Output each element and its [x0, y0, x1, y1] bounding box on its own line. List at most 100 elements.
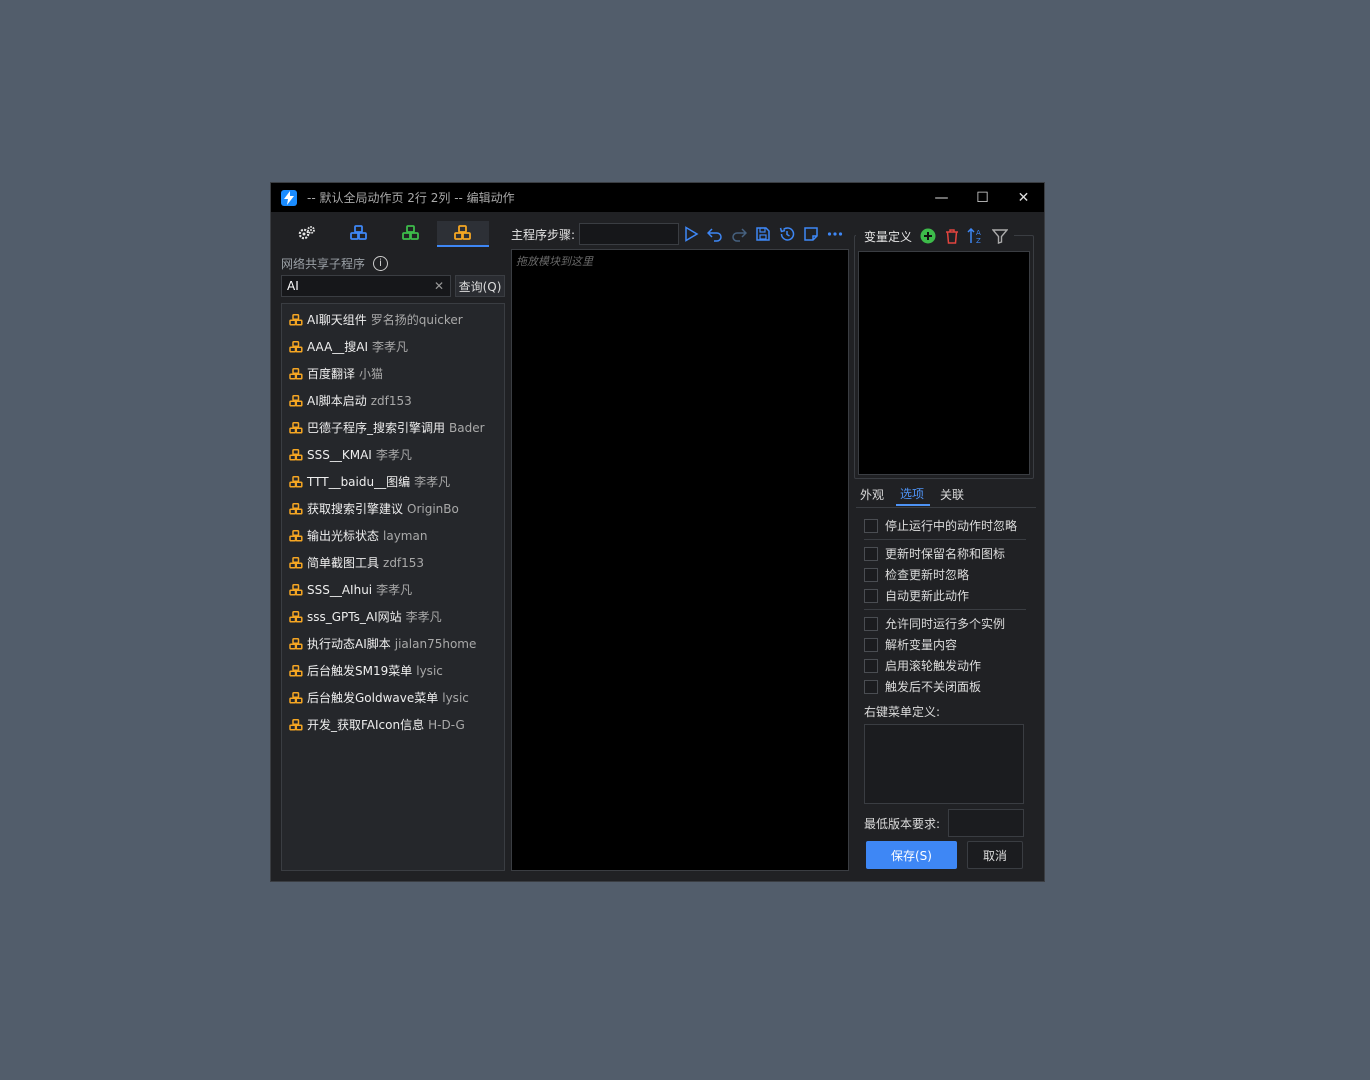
option-checkbox[interactable]: [864, 637, 878, 652]
list-item[interactable]: 后台触发SM19菜单 lysic: [282, 657, 504, 684]
option-row[interactable]: 触发后不关闭面板: [864, 676, 1026, 697]
save-button[interactable]: 保存(S): [866, 841, 957, 869]
list-item[interactable]: sss_GPTs_AI网站 李孝凡: [282, 603, 504, 630]
list-item[interactable]: 简单截图工具 zdf153: [282, 549, 504, 576]
option-row[interactable]: 更新时保留名称和图标: [864, 543, 1026, 564]
app-logo-icon: [281, 189, 297, 206]
option-checkbox[interactable]: [864, 546, 878, 561]
list-item[interactable]: 开发_获取FAIcon信息 H-D-G: [282, 711, 504, 738]
subprogram-author: 李孝凡: [405, 610, 442, 624]
tab-association[interactable]: 关联: [936, 483, 970, 506]
list-item[interactable]: SSS__AIhui 李孝凡: [282, 576, 504, 603]
subprogram-author: 李孝凡: [372, 340, 409, 354]
middle-panel: 主程序步骤: 拖放模块到这里: [511, 221, 851, 871]
add-variable-button[interactable]: [916, 225, 940, 247]
list-item[interactable]: TTT__baidu__图编 李孝凡: [282, 468, 504, 495]
redo-button[interactable]: [727, 223, 751, 245]
settings-tabs: 外观 选项 关联: [856, 483, 1036, 508]
cancel-button[interactable]: 取消: [967, 841, 1023, 869]
subprogram-cubes-icon: [289, 421, 303, 434]
option-row[interactable]: 检查更新时忽略: [864, 564, 1026, 585]
delete-variable-button[interactable]: [940, 225, 964, 247]
list-item[interactable]: AI脚本启动 zdf153: [282, 387, 504, 414]
option-checkbox[interactable]: [864, 658, 878, 673]
option-checkbox[interactable]: [864, 518, 878, 533]
context-menu-input[interactable]: [864, 724, 1024, 804]
subprogram-name: 简单截图工具: [307, 556, 380, 570]
subprogram-author: 李孝凡: [414, 475, 451, 489]
option-checkbox[interactable]: [864, 679, 878, 694]
trash-icon: [946, 229, 959, 244]
tab-blue-subprograms[interactable]: [333, 221, 385, 245]
run-button[interactable]: [679, 223, 703, 245]
list-item[interactable]: 后台触发Goldwave菜单 lysic: [282, 684, 504, 711]
subprogram-name: AI聊天组件: [307, 313, 367, 327]
sort-variables-button[interactable]: AZ: [964, 225, 988, 247]
subprogram-name: SSS__AIhui: [307, 582, 373, 597]
left-panel: 网络共享子程序 i AI ✕ 查询(Q) AI聊天组件 罗名扬的quicker AA…: [281, 221, 506, 871]
subprogram-name: AI脚本启动: [307, 394, 367, 408]
tab-green-subprograms[interactable]: [385, 221, 437, 245]
subprogram-author: 李孝凡: [375, 448, 412, 462]
min-version-input[interactable]: [948, 809, 1024, 837]
cubes-green-icon: [402, 225, 419, 240]
query-button[interactable]: 查询(Q): [455, 275, 505, 297]
filter-variables-button[interactable]: [988, 225, 1012, 247]
close-button[interactable]: ✕: [1003, 183, 1044, 212]
option-row[interactable]: 停止运行中的动作时忽略: [864, 515, 1026, 536]
option-checkbox[interactable]: [864, 567, 878, 582]
subprogram-author: layman: [383, 528, 428, 543]
subprogram-cubes-icon: [289, 691, 303, 704]
option-checkbox[interactable]: [864, 588, 878, 603]
steps-canvas[interactable]: 拖放模块到这里: [511, 249, 849, 871]
svg-text:A: A: [976, 229, 981, 237]
clear-search-icon[interactable]: ✕: [434, 279, 450, 293]
note-button[interactable]: [799, 223, 823, 245]
search-value: AI: [287, 279, 299, 293]
search-results-list[interactable]: AI聊天组件 罗名扬的quicker AAA__搜AI 李孝凡 百度翻译 小猫 AI脚本启动…: [281, 303, 505, 871]
info-icon[interactable]: i: [373, 256, 389, 271]
subprogram-name: sss_GPTs_AI网站: [307, 610, 402, 624]
option-row[interactable]: 允许同时运行多个实例: [864, 613, 1026, 634]
subprogram-cubes-icon: [289, 583, 303, 596]
list-item[interactable]: AAA__搜AI 李孝凡: [282, 333, 504, 360]
subprogram-author: 小猫: [359, 367, 384, 381]
list-item[interactable]: 获取搜索引擎建议 OriginBo: [282, 495, 504, 522]
subprogram-author: 罗名扬的quicker: [370, 313, 463, 327]
main-steps-selector[interactable]: [579, 223, 680, 245]
subprogram-author: zdf153: [383, 555, 425, 570]
list-item[interactable]: AI聊天组件 罗名扬的quicker: [282, 306, 504, 333]
maximize-button[interactable]: ☐: [962, 183, 1003, 212]
option-row[interactable]: 自动更新此动作: [864, 585, 1026, 606]
undo-button[interactable]: [703, 223, 727, 245]
tab-options[interactable]: 选项: [896, 483, 931, 506]
subprogram-cubes-icon: [289, 556, 303, 569]
option-label: 允许同时运行多个实例: [885, 617, 1006, 631]
window-title: -- 默认全局动作页 2行 2列 -- 编辑动作: [307, 191, 515, 205]
sort-az-icon: AZ: [967, 228, 981, 244]
module-category-tabs: [281, 221, 501, 247]
tab-settings-modules[interactable]: [281, 221, 333, 245]
list-item[interactable]: 输出光标状态 layman: [282, 522, 504, 549]
more-button[interactable]: [823, 223, 847, 245]
option-checkbox[interactable]: [864, 616, 878, 631]
variables-list[interactable]: [858, 251, 1030, 475]
option-label: 更新时保留名称和图标: [885, 547, 1006, 561]
search-input[interactable]: AI ✕: [281, 275, 451, 297]
history-button[interactable]: [775, 223, 799, 245]
list-item[interactable]: SSS__KMAI 李孝凡: [282, 441, 504, 468]
list-item[interactable]: 巴德子程序_搜索引擎调用 Bader: [282, 414, 504, 441]
save-icon-button[interactable]: [751, 223, 775, 245]
tab-appearance[interactable]: 外观: [856, 483, 890, 506]
close-icon: ✕: [1017, 189, 1030, 206]
title-bar[interactable]: -- 默认全局动作页 2行 2列 -- 编辑动作 — ☐ ✕: [271, 183, 1044, 212]
option-row[interactable]: 解析变量内容: [864, 634, 1026, 655]
tab-shared-subprograms[interactable]: [437, 221, 489, 247]
maximize-icon: ☐: [976, 189, 989, 206]
right-panel: 变量定义 AZ 外观 选项 关联 停止运行中的动作时忽略 更新时保留名称和图标 检查更…: [854, 221, 1036, 871]
option-row[interactable]: 启用滚轮触发动作: [864, 655, 1026, 676]
list-item[interactable]: 执行动态AI脚本 jialan75home: [282, 630, 504, 657]
minimize-button[interactable]: —: [921, 183, 962, 212]
list-item[interactable]: 百度翻译 小猫: [282, 360, 504, 387]
note-icon: [804, 227, 818, 241]
